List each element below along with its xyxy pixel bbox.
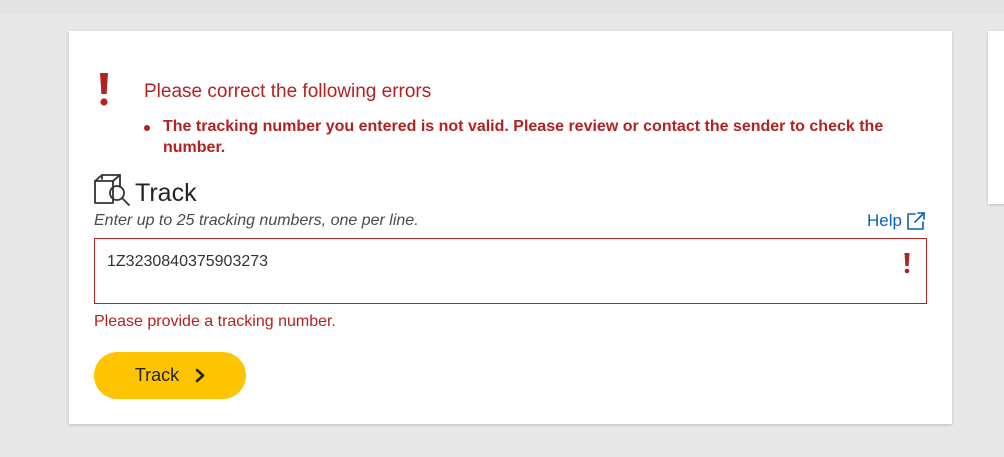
help-link[interactable]: Help: [867, 209, 926, 233]
field-error-message: Please provide a tracking number.: [94, 313, 336, 330]
error-message: The tracking number you entered is not v…: [163, 118, 884, 156]
track-button-label: Track: [134, 365, 180, 385]
error-list-item: The tracking number you entered is not v…: [144, 116, 914, 158]
tracking-number-field[interactable]: 1Z3230840375903273: [94, 238, 927, 304]
error-list: The tracking number you entered is not v…: [144, 116, 914, 158]
tracking-number-input[interactable]: 1Z3230840375903273: [107, 251, 877, 273]
error-summary-title: Please correct the following errors: [144, 81, 432, 102]
chevron-right-icon: [195, 368, 205, 383]
help-link-label: Help: [867, 211, 902, 230]
bullet-icon: [144, 125, 150, 131]
page-top-strip: [0, 0, 1004, 14]
alert-icon: [904, 253, 910, 274]
tracking-instructions: Enter up to 25 tracking numbers, one per…: [94, 212, 419, 229]
alert-icon: [100, 73, 108, 106]
track-heading: Track: [135, 179, 197, 207]
tracking-card: Please correct the following errors The …: [69, 31, 952, 424]
side-panel: [988, 31, 1004, 204]
track-button[interactable]: Track: [94, 352, 246, 399]
track-package-icon: [94, 174, 130, 206]
external-link-icon: [907, 212, 925, 230]
